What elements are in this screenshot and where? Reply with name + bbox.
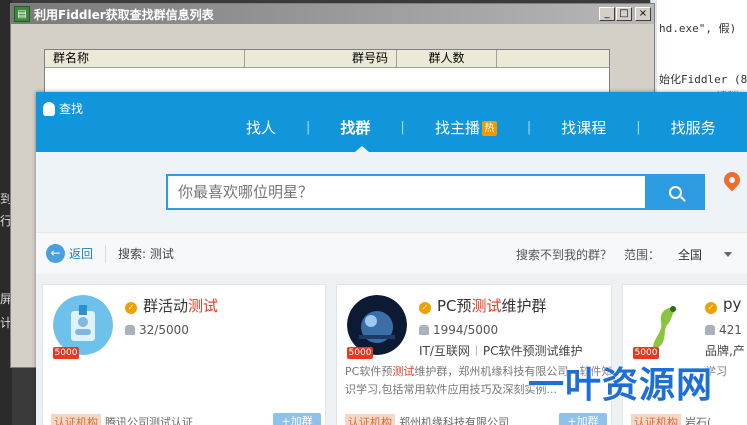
tab-find-people[interactable]: 找人 <box>216 117 306 138</box>
desc-text: PC软件预 <box>345 365 393 378</box>
column-header-member-count[interactable]: 群人数 <box>397 50 497 67</box>
window-title: 利用Fiddler获取查找群信息列表 <box>34 7 214 22</box>
column-header-group-name[interactable]: 群名称 <box>45 50 245 67</box>
group-name[interactable]: PC预测试维护群 <box>437 295 547 316</box>
qq-header: 查找 找人 | 找群 | 找主播热 | 找课程 | 找服务 <box>36 92 747 152</box>
back-arrow-icon: ← <box>46 244 65 263</box>
auth-org: 岩石( <box>685 416 712 425</box>
back-label: 返回 <box>69 247 94 261</box>
app-icon: ▤ <box>14 6 30 22</box>
member-count-text: 421 <box>719 323 742 337</box>
tab-find-service[interactable]: 找服务 <box>641 117 746 138</box>
qq-logo: 查找 <box>43 100 83 117</box>
range-label: 范围： <box>624 248 661 262</box>
column-header-group-number[interactable]: 群号码 <box>245 50 397 67</box>
tab-find-streamer[interactable]: 找主播热 <box>405 117 527 138</box>
close-button[interactable]: × <box>635 7 651 21</box>
qq-window-title: 查找 <box>59 102 84 116</box>
list-header: 群名称 群号码 群人数 <box>45 50 609 68</box>
search-keyword: 搜索: 测试 <box>118 247 174 261</box>
person-icon <box>419 325 429 335</box>
fiddler-titlebar[interactable]: ▤ 利用Fiddler获取查找群信息列表 _ □ × <box>11 4 654 24</box>
auth-badge: 认证机构 <box>345 414 395 425</box>
join-group-button[interactable]: +加群 <box>273 413 321 425</box>
window-controls: _ □ × <box>599 7 651 21</box>
group-level-badge: 5000 <box>53 347 79 359</box>
keyword-highlight: 测试 <box>392 365 415 378</box>
group-name[interactable]: py <box>723 295 741 313</box>
badge-id-icon <box>53 295 113 355</box>
auth-badge: 认证机构 <box>51 414 101 425</box>
member-count-text: 1994/5000 <box>433 323 499 337</box>
group-name-text: 群活动 <box>143 297 189 315</box>
search-area <box>36 152 747 232</box>
tab-find-course[interactable]: 找课程 <box>531 117 636 138</box>
search-button[interactable] <box>645 174 705 210</box>
join-group-button[interactable]: +加群 <box>559 413 607 425</box>
group-tag: IT/互联网 <box>419 344 470 358</box>
group-name-text: py <box>723 295 742 313</box>
member-count: 32/5000 <box>125 323 189 337</box>
verified-icon: ✓ <box>419 302 431 314</box>
tag-divider <box>475 345 477 356</box>
auth-badge: 认证机构 <box>631 414 681 425</box>
group-avatar <box>53 295 113 355</box>
group-card[interactable]: 5000 ✓ 群活动测试 32/5000 认证机构 腾讯公司测试认证 +加群 <box>42 284 326 425</box>
search-input[interactable] <box>168 176 638 208</box>
code-line: 始化Fiddler (88 <box>659 73 747 86</box>
keyword-highlight: 测试 <box>471 297 502 315</box>
member-count: 1994/5000 <box>419 323 498 337</box>
group-name[interactable]: 群活动测试 <box>143 295 218 316</box>
tech-globe-icon <box>347 295 407 355</box>
card-footer: 认证机构 岩石( <box>631 414 711 425</box>
group-avatar <box>633 295 693 355</box>
back-button[interactable]: ← 返回 <box>46 244 93 263</box>
filter-bar: ← 返回 搜索: 测试 搜索不到我的群？ 范围： 全国 <box>36 232 747 274</box>
group-avatar <box>347 295 407 355</box>
keyword-highlight: 测试 <box>188 297 219 315</box>
not-found-link[interactable]: 搜索不到我的群？ <box>516 246 612 263</box>
nav-tabs: 找人 | 找群 | 找主播热 | 找课程 | 找服务 <box>216 117 746 138</box>
chevron-down-icon[interactable] <box>724 252 732 257</box>
card-footer: 认证机构 郑州机缘科技有限公司 <box>345 414 509 425</box>
person-icon <box>705 325 715 335</box>
location-pin-icon[interactable] <box>720 168 744 192</box>
verified-icon: ✓ <box>125 302 137 314</box>
tab-find-group[interactable]: 找群 <box>310 117 400 138</box>
card-footer: 认证机构 腾讯公司测试认证 <box>51 414 193 425</box>
auth-org: 郑州机缘科技有限公司 <box>399 416 509 425</box>
search-icon <box>668 185 682 199</box>
member-count: 421 <box>705 323 742 337</box>
hot-badge: 热 <box>481 121 497 136</box>
member-count-text: 32/5000 <box>139 323 189 337</box>
code-line: hd.exe", 假) <box>659 22 737 35</box>
python-logo-icon <box>633 295 693 355</box>
verified-icon: ✓ <box>705 302 717 314</box>
person-icon <box>125 325 135 335</box>
divider <box>105 244 107 263</box>
group-name-text: PC预 <box>437 297 472 315</box>
maximize-button[interactable]: □ <box>616 7 632 21</box>
minimize-button[interactable]: _ <box>599 7 615 21</box>
search-box <box>166 174 646 210</box>
qq-penguin-icon <box>43 101 55 116</box>
group-level-badge: 5000 <box>347 347 373 359</box>
tab-label: 找主播 <box>434 119 480 137</box>
range-select[interactable]: 全国 <box>678 246 702 263</box>
auth-org: 腾讯公司测试认证 <box>105 416 193 425</box>
group-name-text: 维护群 <box>501 297 547 315</box>
watermark: 一叶资源网 <box>528 365 714 406</box>
